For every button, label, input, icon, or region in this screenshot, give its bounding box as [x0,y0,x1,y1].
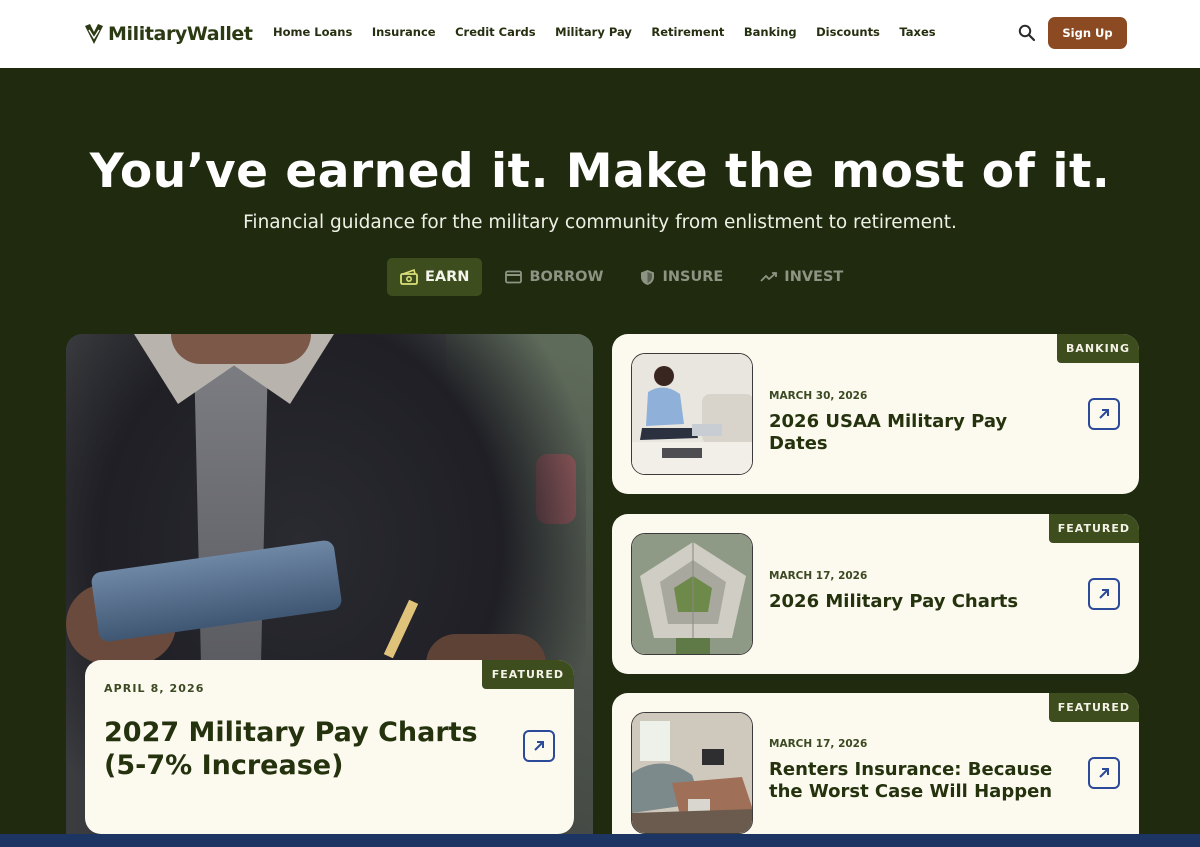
nav-retirement[interactable]: Retirement [651,25,724,39]
open-article-button[interactable] [1088,757,1120,789]
category-badge: BANKING [1057,334,1139,363]
article-title[interactable]: 2026 USAA Military Pay Dates [769,411,1069,455]
tab-borrow-label: BORROW [529,269,604,285]
cash-icon [400,269,418,285]
trending-up-icon [760,272,778,282]
shield-icon [641,269,655,285]
article-date: MARCH 17, 2026 [769,570,868,582]
article-card[interactable]: FEATURED MARCH 17, 2026 2026 Military Pa… [612,514,1139,674]
featured-article-card[interactable]: FEATURED APRIL 8, 2026 2027 Military Pay… [85,660,574,834]
nav-home-loans[interactable]: Home Loans [273,25,352,39]
nav-credit-cards[interactable]: Credit Cards [455,25,536,39]
hero-subtitle: Financial guidance for the military comm… [243,212,957,233]
site-header: MilitaryWallet Home Loans Insurance Cred… [0,0,1200,68]
article-card[interactable]: BANKING MARCH 30, 2026 2026 USAA Militar… [612,334,1139,494]
category-badge: FEATURED [481,660,574,689]
arrow-up-right-icon [1099,409,1109,419]
photo-neck [171,334,311,364]
article-thumbnail [631,353,753,475]
open-article-button[interactable] [1088,578,1120,610]
nav-taxes[interactable]: Taxes [899,25,935,39]
logo-text: MilitaryWallet [108,23,253,45]
article-date: MARCH 17, 2026 [769,738,868,750]
credit-card-icon [505,270,523,284]
tab-earn-label: EARN [425,269,470,285]
page-title: You’ve earned it. Make the most of it. [89,144,1111,199]
article-title[interactable]: 2026 Military Pay Charts [769,591,1069,613]
arrow-up-right-icon [1099,768,1109,778]
arrow-up-right-icon [534,741,544,751]
logo-icon [85,24,103,44]
article-card[interactable]: FEATURED MARCH 17, 2026 Renters Insuranc… [612,693,1139,847]
main-nav: Home Loans Insurance Credit Cards Milita… [273,25,955,39]
article-thumbnail [631,712,753,834]
category-badge: FEATURED [1048,514,1139,543]
tab-borrow[interactable]: BORROW [505,258,603,296]
article-date: APRIL 8, 2026 [104,682,205,695]
bottom-section-edge [0,834,1200,847]
arrow-up-right-icon [1099,589,1109,599]
nav-banking[interactable]: Banking [744,25,797,39]
article-thumbnail [631,533,753,655]
article-title[interactable]: Renters Insurance: Because the Worst Cas… [769,759,1069,803]
tab-invest[interactable]: INVEST [760,258,843,296]
open-article-button[interactable] [1088,398,1120,430]
nav-military-pay[interactable]: Military Pay [555,25,632,39]
category-badge: FEATURED [1048,693,1139,722]
article-date: MARCH 30, 2026 [769,390,868,402]
search-icon[interactable] [1017,23,1037,43]
article-title[interactable]: 2027 Military Pay Charts (5-7% Increase) [104,716,494,782]
category-tabs: EARN BORROW INSURE INVEST [387,258,843,296]
nav-discounts[interactable]: Discounts [816,25,880,39]
tab-earn[interactable]: EARN [387,258,483,296]
nav-insurance[interactable]: Insurance [372,25,436,39]
tab-insure-label: INSURE [662,269,724,285]
tab-insure[interactable]: INSURE [640,258,723,296]
open-article-button[interactable] [523,730,555,762]
sign-up-button[interactable]: Sign Up [1048,17,1127,49]
tab-invest-label: INVEST [784,269,844,285]
logo[interactable]: MilitaryWallet [85,21,253,47]
